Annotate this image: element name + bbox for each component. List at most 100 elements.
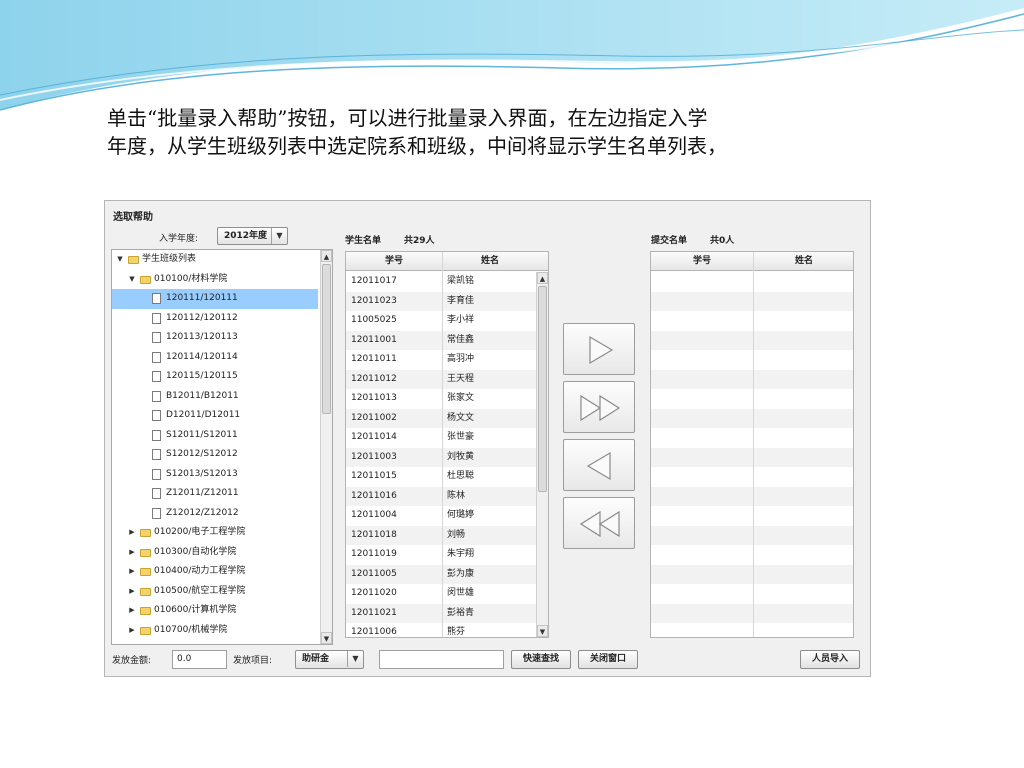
col-student-name[interactable]: 姓名 (442, 252, 538, 270)
scroll-down-icon[interactable]: ▼ (321, 632, 332, 644)
tree-item-label: 010500/航空工程学院 (154, 585, 246, 596)
tree-item-class[interactable]: 120115/120115 (112, 367, 318, 387)
enrollment-year-select[interactable]: 2012年度 ▼ (217, 227, 288, 245)
table-row[interactable]: 12011014 张世豪 (346, 428, 536, 448)
scroll-up-icon[interactable]: ▲ (321, 250, 332, 262)
chevron-down-icon[interactable]: ▼ (271, 228, 287, 244)
student-grid-scrollbar[interactable]: ▲ ▼ (536, 272, 548, 637)
item-label: 发放项目: (233, 656, 273, 666)
move-left-button[interactable] (563, 439, 635, 491)
table-row[interactable]: 12011006 熊芬 (346, 623, 536, 637)
table-row[interactable]: 12011013 张家文 (346, 389, 536, 409)
tree-item-class[interactable]: Z12012/Z12012 (112, 504, 318, 524)
tree-item-class[interactable]: 120112/120112 (112, 309, 318, 329)
table-row[interactable]: 12011017 梁凯铭 (346, 272, 536, 292)
file-icon (152, 312, 161, 324)
select-help-window: 选取帮助 入学年度: 2012年度 ▼ ▼ 学生班级列表 ▼ 010100/材料学院 1… (104, 200, 871, 677)
tree-item-class[interactable]: S12011/S12011 (112, 426, 318, 446)
tree-item-class[interactable]: 120113/120113 (112, 328, 318, 348)
tree-scrollbar[interactable]: ▲ ▼ (320, 250, 332, 644)
table-row[interactable]: 12011018 刘畅 (346, 525, 536, 545)
tree-item-label: 010600/计算机学院 (154, 605, 237, 615)
table-row[interactable]: 12011002 杨文文 (346, 408, 536, 428)
collapse-arrow-icon[interactable]: ▶ (127, 601, 137, 620)
scroll-down-icon[interactable]: ▼ (537, 625, 548, 637)
move-right-button[interactable] (563, 323, 635, 375)
table-row[interactable]: 12011016 陈林 (346, 486, 536, 506)
table-row[interactable]: 12011005 彭为康 (346, 564, 536, 584)
tree-item-folder[interactable]: ▶ 010700/机械学院 (112, 621, 318, 641)
scroll-up-icon[interactable]: ▲ (537, 272, 548, 284)
tree-item-class[interactable]: B12011/B12011 (112, 387, 318, 407)
enrollment-year-row: 入学年度: 2012年度 ▼ (111, 227, 333, 249)
tree-item-folder[interactable]: ▶ 010200/电子工程学院 (112, 523, 318, 543)
student-id-cell: 11005025 (351, 315, 397, 325)
table-row[interactable]: 12011021 彭裕青 (346, 603, 536, 623)
table-row[interactable]: 12011012 王天程 (346, 369, 536, 389)
table-row[interactable]: 12011023 李育佳 (346, 291, 536, 311)
quick-search-button[interactable]: 快速查找 (511, 650, 571, 669)
move-all-left-button[interactable] (563, 497, 635, 549)
tree-item-folder[interactable]: ▶ 010400/动力工程学院 (112, 562, 318, 582)
student-scroll-thumb[interactable] (538, 286, 547, 492)
import-staff-button[interactable]: 人员导入 (800, 650, 860, 669)
bottom-toolbar: 发放金额: 0.0 发放项目: 助研金 ▼ 快速查找 关闭窗口 人员导入 (105, 647, 870, 675)
table-row[interactable]: 12011019 朱宇翔 (346, 545, 536, 565)
col-student-id[interactable]: 学号 (346, 252, 442, 270)
chevron-down-icon[interactable]: ▼ (347, 651, 363, 667)
tree-item-class[interactable]: 120114/120114 (112, 348, 318, 368)
tree-item-class[interactable]: Z12011/Z12011 (112, 484, 318, 504)
table-row[interactable]: 11005025 李小祥 (346, 311, 536, 331)
table-row[interactable]: 12011001 常佳鑫 (346, 330, 536, 350)
tree-item-class[interactable]: S12012/S12012 (112, 445, 318, 465)
table-row[interactable]: 12011011 高羽冲 (346, 350, 536, 370)
tree-item-folder[interactable]: ▶ 010300/自动化学院 (112, 543, 318, 563)
folder-icon (140, 568, 151, 576)
tree-scroll-thumb[interactable] (322, 264, 331, 414)
column-divider (753, 252, 754, 637)
tree-item-folder[interactable]: ▶ 010500/航空工程学院 (112, 582, 318, 602)
close-window-button[interactable]: 关闭窗口 (578, 650, 638, 669)
class-tree-panel: ▼ 学生班级列表 ▼ 010100/材料学院 120111/120111 120112/1… (111, 249, 333, 645)
folder-icon (140, 529, 151, 537)
tree-item-label: 120113/120113 (166, 332, 238, 342)
table-row[interactable]: 12011020 闵世雄 (346, 584, 536, 604)
student-name-cell: 李育佳 (447, 295, 475, 306)
amount-input[interactable]: 0.0 (172, 650, 227, 669)
collapse-arrow-icon[interactable]: ▶ (127, 543, 137, 562)
expand-arrow-icon[interactable]: ▼ (127, 270, 137, 289)
table-row[interactable]: 12011003 刘牧黄 (346, 447, 536, 467)
tree-item-class[interactable]: D12011/D12011 (112, 406, 318, 426)
tree-item-label: D12011/D12011 (166, 410, 241, 420)
item-select[interactable]: 助研金 ▼ (295, 650, 364, 669)
table-row[interactable]: 12011004 何璐婷 (346, 506, 536, 526)
student-list-panel: 学生名单 共29人 学号 姓名 12011017 梁凯铭 12011023 李育佳 11… (337, 227, 557, 645)
tree-item-label: 010700/机械学院 (154, 624, 228, 635)
tree-item-folder[interactable]: ▶ 010600/计算机学院 (112, 601, 318, 621)
play-left-icon (586, 451, 611, 481)
collapse-arrow-icon[interactable]: ▶ (127, 582, 137, 601)
tree-item-class[interactable]: S12013/S12013 (112, 465, 318, 485)
collapse-arrow-icon[interactable]: ▶ (127, 621, 137, 640)
expand-arrow-icon[interactable]: ▼ (115, 250, 125, 269)
collapse-arrow-icon[interactable]: ▶ (127, 523, 137, 542)
col-submit-name[interactable]: 姓名 (753, 252, 853, 270)
tree-item-class[interactable]: 120111/120111 (112, 289, 318, 309)
student-id-cell: 12011020 (351, 588, 397, 598)
student-name-cell: 王天程 (447, 373, 475, 384)
student-list-title: 学生名单 (345, 236, 382, 246)
tree-item-label: 120112/120112 (166, 312, 238, 323)
header-wave-decoration (0, 0, 1024, 111)
tree-item-folder[interactable]: ▼ 学生班级列表 (112, 250, 318, 270)
tree-item-label: Z12012/Z12012 (166, 507, 239, 518)
tree-item-label: 120114/120114 (166, 351, 238, 362)
search-input[interactable] (379, 650, 504, 669)
submit-list-panel: 提交名单 共0人 学号 姓名 (642, 227, 864, 645)
student-name-cell: 朱宇翔 (447, 549, 475, 559)
tree-item-folder[interactable]: ▼ 010100/材料学院 (112, 270, 318, 290)
collapse-arrow-icon[interactable]: ▶ (127, 562, 137, 581)
tree-item-label: 010100/材料学院 (154, 273, 228, 284)
table-row[interactable]: 12011015 杜思聪 (346, 467, 536, 487)
col-submit-id[interactable]: 学号 (651, 252, 753, 270)
move-all-right-button[interactable] (563, 381, 635, 433)
